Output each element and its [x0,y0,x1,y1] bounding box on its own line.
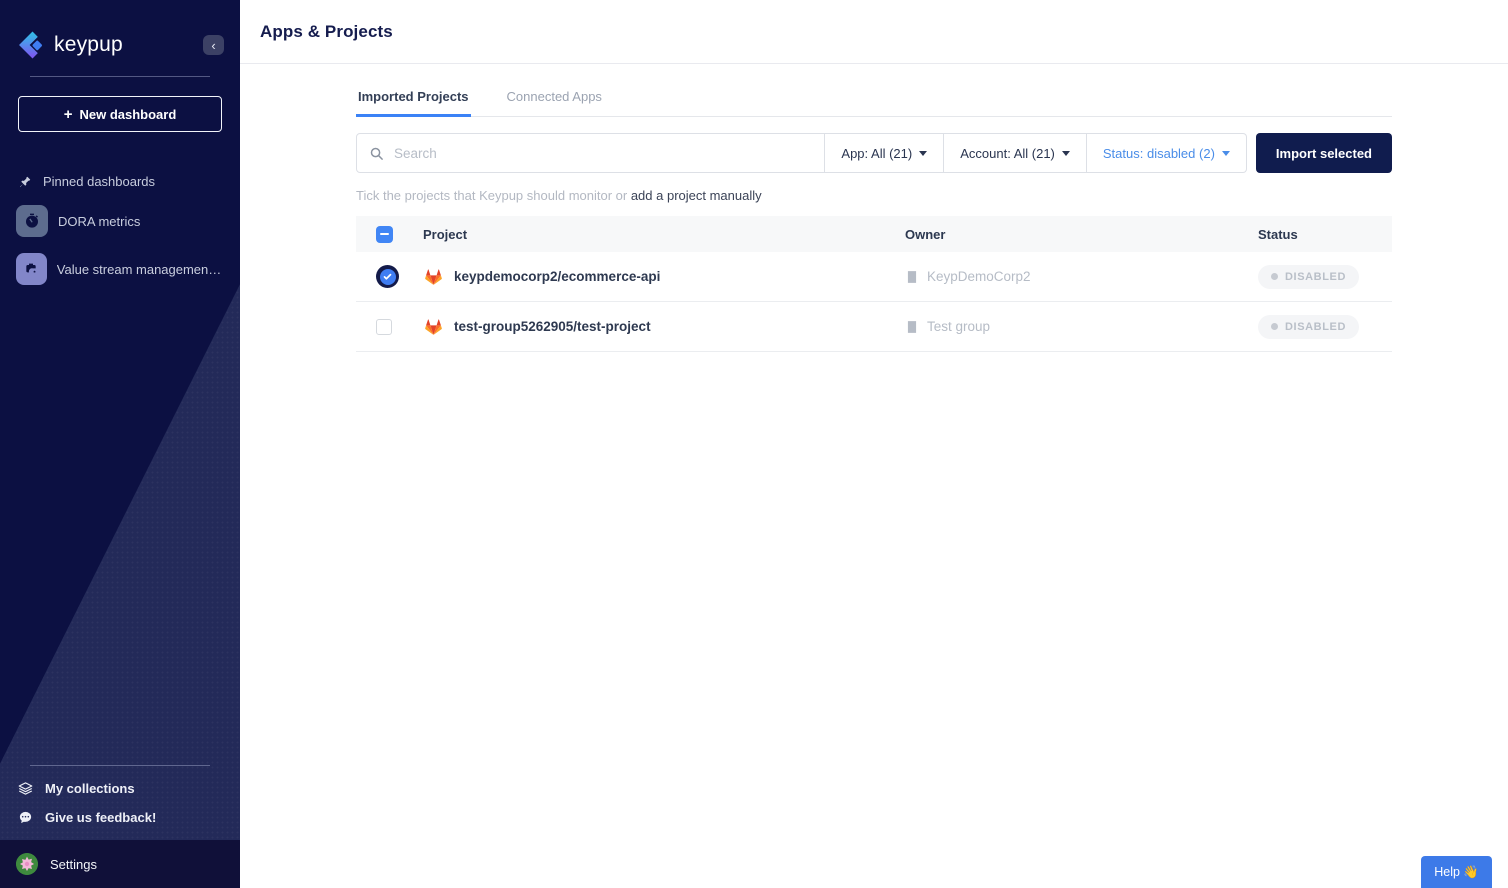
helper-text: Tick the projects that Keypup should mon… [356,188,1392,203]
app-filter-dropdown[interactable]: App: All (21) [825,133,944,173]
owner-name: Test group [927,319,990,334]
user-avatar [16,853,38,875]
tab-bar: Imported Projects Connected Apps [356,80,1392,117]
account-filter-dropdown[interactable]: Account: All (21) [944,133,1087,173]
plus-icon: + [64,107,73,122]
pinned-dashboards-header: Pinned dashboards [0,174,240,189]
briefcase-gear-icon [16,253,47,285]
account-filter-label: Account: All (21) [960,146,1055,161]
gitlab-icon [423,317,444,337]
helper-static-text: Tick the projects that Keypup should mon… [356,188,631,203]
sidebar-divider [30,76,210,77]
layers-icon [18,781,33,796]
indeterminate-minus-icon [380,233,389,236]
search-input[interactable] [394,146,812,161]
brand-name: keypup [54,33,203,57]
sidebar-item-label: DORA metrics [58,214,140,229]
status-dot-icon [1271,323,1278,330]
status-text: DISABLED [1285,271,1346,283]
pinned-dashboards-label: Pinned dashboards [43,174,155,189]
sidebar-item-my-collections[interactable]: My collections [0,774,240,803]
column-header-owner: Owner [905,227,1258,242]
search-icon [369,146,384,161]
column-header-project: Project [423,227,905,242]
feedback-label: Give us feedback! [45,810,156,825]
keypup-logo-icon [16,30,46,60]
logo-row: keypup ‹ [0,0,240,60]
toolbar: App: All (21) Account: All (21) Status: … [356,133,1392,173]
sidebar-item-feedback[interactable]: Give us feedback! [0,803,240,832]
building-icon [905,320,919,334]
table-row: test-group5262905/test-project Test grou… [356,302,1392,352]
status-filter-dropdown[interactable]: Status: disabled (2) [1087,133,1247,173]
project-name[interactable]: keypdemocorp2/ecommerce-api [454,269,660,284]
tab-imported-projects[interactable]: Imported Projects [356,80,471,117]
my-collections-label: My collections [45,781,135,796]
add-project-manually-link[interactable]: add a project manually [631,188,762,203]
sidebar-item-value-stream[interactable]: Value stream management -... [0,253,240,285]
building-icon [905,270,919,284]
row-checkbox-unchecked[interactable] [376,319,392,335]
row-checkbox-checked[interactable] [376,265,399,288]
help-button[interactable]: Help 👋 [1421,856,1492,888]
main-area: Apps & Projects Imported Projects Connec… [240,0,1508,888]
app-filter-label: App: All (21) [841,146,912,161]
import-selected-button[interactable]: Import selected [1256,133,1392,173]
search-box [356,133,825,173]
content: Imported Projects Connected Apps App: Al… [240,64,1508,352]
sidebar-item-settings[interactable]: Settings [0,840,240,888]
status-badge: DISABLED [1258,265,1359,289]
tab-connected-apps[interactable]: Connected Apps [505,80,604,117]
projects-table: Project Owner Status [356,216,1392,352]
sidebar: keypup ‹ + New dashboard Pinned dashboar… [0,0,240,888]
gitlab-icon [423,267,444,287]
sidebar-collapse-button[interactable]: ‹ [203,35,224,55]
owner-name: KeypDemoCorp2 [927,269,1031,284]
chevron-down-icon [1062,151,1070,156]
select-all-checkbox[interactable] [376,226,393,243]
project-name[interactable]: test-group5262905/test-project [454,319,651,334]
sidebar-spacer [0,285,240,765]
sidebar-footer-divider [30,765,210,766]
status-filter-label: Status: disabled (2) [1103,146,1215,161]
chevron-down-icon [1222,151,1230,156]
table-header-row: Project Owner Status [356,216,1392,252]
page-title: Apps & Projects [260,22,393,42]
check-icon [383,272,392,281]
status-badge: DISABLED [1258,315,1359,339]
status-text: DISABLED [1285,321,1346,333]
stopwatch-icon [16,205,48,237]
new-dashboard-label: New dashboard [79,107,176,122]
settings-label: Settings [50,857,97,872]
chevron-left-icon: ‹ [211,39,215,52]
pin-icon [18,175,32,189]
new-dashboard-button[interactable]: + New dashboard [18,96,222,132]
status-dot-icon [1271,273,1278,280]
chevron-down-icon [919,151,927,156]
page-header: Apps & Projects [240,0,1508,64]
column-header-status: Status [1258,227,1392,242]
sidebar-item-dora-metrics[interactable]: DORA metrics [0,205,240,237]
sidebar-item-label: Value stream management -... [57,262,224,277]
table-row: keypdemocorp2/ecommerce-api KeypDemoCorp… [356,252,1392,302]
chat-bubble-icon [18,810,33,825]
